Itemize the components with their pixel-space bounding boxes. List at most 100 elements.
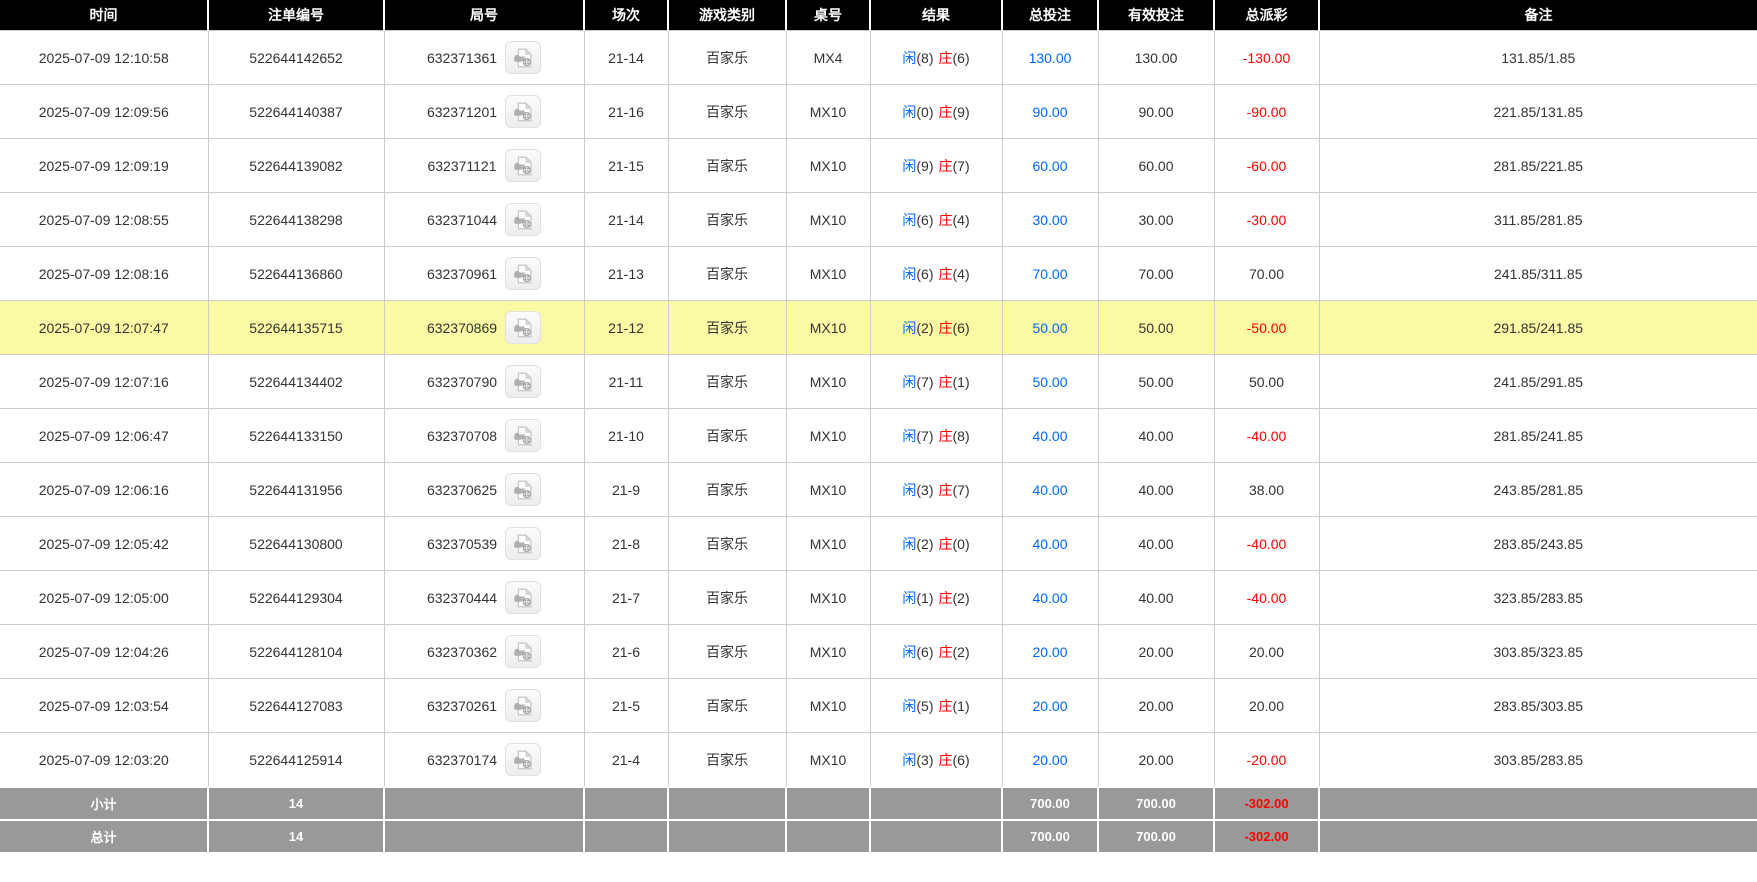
cell-game_type: 百家乐 [667, 462, 787, 517]
round-number: 632370174 [426, 751, 498, 768]
cell-payout: -60.00 [1213, 138, 1320, 193]
table-row[interactable]: 2025-07-09 12:05:42 522644130800 632370539… [0, 516, 1757, 571]
cell-game_type: 百家乐 [667, 678, 787, 733]
table-row[interactable]: 2025-07-09 12:05:00 522644129304 632370444… [0, 570, 1757, 625]
table-row[interactable]: 2025-07-09 12:06:16 522644131956 632370625… [0, 462, 1757, 517]
cell-bet_id: 522644140387 [207, 84, 385, 139]
video-replay-button[interactable] [505, 689, 542, 722]
table-row[interactable]: 2025-07-09 12:08:55 522644138298 632371044… [0, 192, 1757, 247]
round-number: 632370444 [426, 589, 498, 606]
video-replay-button[interactable] [505, 365, 542, 398]
time-value: 2025-07-09 12:06:16 [38, 481, 169, 498]
cell-session: 21-10 [583, 408, 669, 463]
table_no-value: MX10 [809, 535, 847, 552]
table-row[interactable]: 2025-07-09 12:03:54 522644127083 632370261… [0, 678, 1757, 733]
total_bet-value: 40.00 [1032, 481, 1068, 498]
table-row[interactable]: 2025-07-09 12:07:47 522644135715 632370869… [0, 300, 1757, 355]
round-cell-content: 632370261 [427, 689, 542, 722]
column-header-time: 时间 [0, 0, 209, 31]
payout-value: 70.00 [1248, 265, 1285, 282]
cell-remark: 303.85/283.85 [1318, 732, 1757, 788]
cell-time: 2025-07-09 12:06:16 [0, 462, 209, 517]
video-replay-button[interactable] [505, 203, 542, 236]
table-row[interactable]: 2025-07-09 12:10:58 522644142652 632371361… [0, 30, 1757, 85]
cell-valid_bet: 90.00 [1097, 84, 1215, 139]
video-replay-button[interactable] [505, 581, 542, 614]
cell-round: 632370174 [383, 732, 585, 788]
total_bet-value: 50.00 [1032, 319, 1068, 336]
valid_bet-value: 130.00 [1134, 49, 1178, 66]
table_no-value: MX10 [809, 319, 847, 336]
valid_bet-value: 90.00 [1138, 103, 1174, 120]
video-replay-button[interactable] [505, 743, 542, 776]
result-banker-label: 庄 [938, 481, 953, 498]
bet_id-value: 522644134402 [249, 373, 343, 390]
cell-round: 632370869 [383, 300, 585, 355]
payout-value: -30.00 [1246, 211, 1287, 228]
video-replay-button[interactable] [505, 257, 542, 290]
remark-value: 283.85/303.85 [1493, 697, 1584, 714]
cell-time: 2025-07-09 12:03:54 [0, 678, 209, 733]
video-replay-button[interactable] [505, 419, 542, 452]
video-replay-button[interactable] [505, 473, 542, 506]
column-header-game_type: 游戏类别 [668, 0, 787, 31]
table-row[interactable]: 2025-07-09 12:08:16 522644136860 632370961… [0, 246, 1757, 301]
round-number: 632371201 [426, 103, 498, 120]
game_type-value: 百家乐 [706, 265, 748, 282]
cell-bet_id: 522644139082 [207, 138, 385, 193]
cell-bet_id: 522644128104 [207, 624, 385, 679]
video-replay-button[interactable] [505, 527, 542, 560]
cell-round: 632370790 [383, 354, 585, 409]
round-cell-content: 632370362 [427, 635, 542, 668]
payout-value: -90.00 [1246, 103, 1287, 120]
summary-row: 总计 14 700.00 700.00 -302.00 [0, 819, 1757, 854]
table-row[interactable]: 2025-07-09 12:09:19 522644139082 632371121… [0, 138, 1757, 193]
round-cell-content: 632370708 [427, 419, 542, 452]
total_bet-value: 20.00 [1032, 643, 1068, 660]
result-banker-score: (8) [952, 427, 970, 444]
payout-value: 20.00 [1248, 643, 1285, 660]
remark-value: 283.85/243.85 [1493, 535, 1584, 552]
result-banker-label: 庄 [938, 319, 953, 336]
cell-table_no: MX10 [785, 624, 871, 679]
video-replay-button[interactable] [505, 635, 542, 668]
cell-time: 2025-07-09 12:08:55 [0, 192, 209, 247]
cell-remark: 283.85/243.85 [1318, 516, 1757, 571]
result-banker-label: 庄 [938, 373, 953, 390]
result-banker-score: (7) [952, 481, 970, 498]
cell-game_type: 百家乐 [667, 408, 787, 463]
table-row[interactable]: 2025-07-09 12:07:16 522644134402 632370790… [0, 354, 1757, 409]
result-banker-score: (7) [952, 157, 970, 174]
payout-value: 20.00 [1248, 697, 1285, 714]
result-player-label: 闲 [902, 481, 917, 498]
video-replay-button[interactable] [504, 149, 541, 182]
table-row[interactable]: 2025-07-09 12:09:56 522644140387 632371201… [0, 84, 1757, 139]
summary-cell-total_bet: 700.00 [1001, 819, 1099, 854]
cell-bet_id: 522644138298 [207, 192, 385, 247]
bet_id-value: 522644130800 [249, 535, 343, 552]
summary-cell-empty [1318, 786, 1757, 821]
result-player-score: (6) [916, 265, 934, 282]
cell-game_type: 百家乐 [667, 732, 787, 788]
table-row[interactable]: 2025-07-09 12:06:47 522644133150 632370708… [0, 408, 1757, 463]
table-row[interactable]: 2025-07-09 12:04:26 522644128104 632370362… [0, 624, 1757, 679]
result-player-label: 闲 [902, 373, 917, 390]
total_bet-value: 40.00 [1032, 535, 1068, 552]
remark-value: 281.85/241.85 [1493, 427, 1584, 444]
video-replay-button[interactable] [505, 95, 542, 128]
cell-session: 21-15 [583, 138, 669, 193]
video-replay-button[interactable] [505, 311, 542, 344]
video-replay-icon [514, 317, 532, 337]
table-row[interactable]: 2025-07-09 12:03:20 522644125914 632370174… [0, 732, 1757, 788]
cell-remark: 283.85/303.85 [1318, 678, 1757, 733]
remark-value: 241.85/291.85 [1493, 373, 1584, 390]
valid_bet-value: 40.00 [1138, 589, 1174, 606]
cell-result: 闲(1) 庄(2) [869, 570, 1003, 625]
cell-round: 632370708 [383, 408, 585, 463]
cell-total_bet: 20.00 [1001, 624, 1099, 679]
cell-total_bet: 90.00 [1001, 84, 1099, 139]
session-value: 21-16 [608, 103, 644, 120]
video-replay-button[interactable] [505, 41, 542, 74]
cell-time: 2025-07-09 12:05:42 [0, 516, 209, 571]
summary-cell-valid_bet: 700.00 [1097, 786, 1215, 821]
